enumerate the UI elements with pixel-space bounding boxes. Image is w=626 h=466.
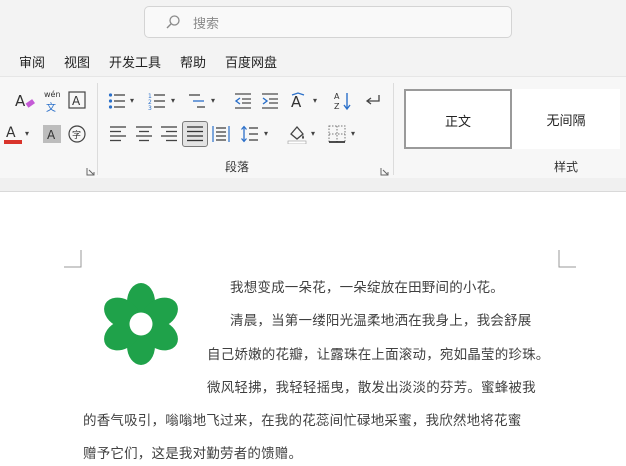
align-right-icon[interactable] <box>160 125 178 143</box>
shading-dropdown-icon[interactable]: ▾ <box>311 129 315 138</box>
justify-icon <box>187 126 203 142</box>
paragraph-group-label: 段落 <box>225 160 250 174</box>
character-border-icon[interactable]: A <box>68 91 86 109</box>
paragraph-dialog-launcher-icon[interactable] <box>380 167 389 176</box>
align-left-icon[interactable] <box>109 125 127 143</box>
justify-button[interactable] <box>182 121 208 147</box>
bullets-dropdown-icon[interactable]: ▾ <box>130 96 134 105</box>
svg-text:字: 字 <box>72 129 81 141</box>
style-no-spacing[interactable]: 无间隔 <box>512 89 620 149</box>
align-center-icon[interactable] <box>135 125 153 143</box>
phonetic-guide-icon[interactable]: wén 文 <box>43 90 63 114</box>
font-color-dropdown-icon[interactable]: ▾ <box>25 129 29 138</box>
menu-developer[interactable]: 开发工具 <box>109 52 161 71</box>
borders-icon[interactable] <box>328 125 346 143</box>
flower-image[interactable] <box>100 283 182 365</box>
shading-icon[interactable] <box>287 124 307 144</box>
menu-view[interactable]: 视图 <box>64 52 90 71</box>
multilevel-list-dropdown-icon[interactable]: ▾ <box>211 96 215 105</box>
margin-corner-top-right <box>558 250 576 268</box>
menu-review[interactable]: 审阅 <box>19 52 45 71</box>
show-formatting-marks-icon[interactable] <box>364 92 382 110</box>
sort-icon[interactable]: A Z <box>333 91 353 111</box>
numbering-icon[interactable]: 1 2 3 <box>148 92 166 110</box>
line-spacing-icon[interactable] <box>241 125 259 143</box>
font-color-icon[interactable]: A <box>4 123 22 145</box>
paragraph-line-1[interactable]: 我想变成一朵花，一朵绽放在田野间的小花。 <box>230 276 504 296</box>
clear-formatting-icon[interactable]: A <box>14 91 36 111</box>
ribbon-separator <box>393 83 394 175</box>
styles-group-label: 样式 <box>554 160 579 174</box>
multilevel-list-icon[interactable] <box>188 92 206 110</box>
style-normal[interactable]: 正文 <box>404 89 512 149</box>
numbering-dropdown-icon[interactable]: ▾ <box>171 96 175 105</box>
svg-text:3: 3 <box>148 105 152 110</box>
chinese-layout-dropdown-icon[interactable]: ▾ <box>313 96 317 105</box>
paragraph-line-4[interactable]: 微风轻拂，我轻轻摇曳，散发出淡淡的芬芳。蜜蜂被我 <box>207 376 536 396</box>
borders-dropdown-icon[interactable]: ▾ <box>351 129 355 138</box>
svg-text:A: A <box>47 128 56 142</box>
paragraph-line-6[interactable]: 赠予它们，这是我对勤劳者的馈赠。 <box>83 442 302 462</box>
svg-text:A: A <box>6 125 16 141</box>
menu-help[interactable]: 帮助 <box>180 52 206 71</box>
character-shading-icon[interactable]: A <box>43 125 61 143</box>
bullets-icon[interactable] <box>108 92 126 110</box>
enclosed-character-icon[interactable]: 字 <box>68 125 86 143</box>
increase-indent-icon[interactable] <box>261 92 279 110</box>
paragraph-line-5[interactable]: 的香气吸引，嗡嗡地飞过来，在我的花蕊间忙碌地采蜜，我欣然地将花蜜 <box>83 409 521 429</box>
svg-text:Z: Z <box>334 102 340 111</box>
line-spacing-dropdown-icon[interactable]: ▾ <box>264 129 268 138</box>
distributed-align-icon[interactable] <box>212 125 230 143</box>
ribbon-bottom-edge <box>0 178 626 192</box>
svg-text:A: A <box>291 93 302 110</box>
svg-text:A: A <box>72 94 81 108</box>
svg-text:A: A <box>15 92 26 110</box>
search-box[interactable]: 搜索 <box>144 6 512 38</box>
ribbon-separator <box>97 83 98 175</box>
menu-bar: 审阅 视图 开发工具 帮助 百度网盘 <box>0 46 626 76</box>
svg-text:A: A <box>334 92 340 101</box>
ribbon: A wén 文 A A ▾ A 字 ▾ 1 2 3 ▾ ▾ A ▾ A Z ▾ … <box>0 76 626 178</box>
search-placeholder: 搜索 <box>193 17 220 32</box>
paragraph-line-2[interactable]: 清晨，当第一缕阳光温柔地洒在我身上，我会舒展 <box>230 309 531 329</box>
paragraph-line-3[interactable]: 自己娇嫩的花瓣，让露珠在上面滚动，宛如晶莹的珍珠。 <box>207 343 550 363</box>
font-dialog-launcher-icon[interactable] <box>86 167 95 176</box>
search-icon <box>166 15 180 29</box>
decrease-indent-icon[interactable] <box>234 92 252 110</box>
margin-corner-top-left <box>64 250 82 268</box>
menu-baidu-netdisk[interactable]: 百度网盘 <box>225 52 277 71</box>
chinese-layout-icon[interactable]: A <box>290 92 310 110</box>
title-bar: 搜索 <box>0 0 626 46</box>
